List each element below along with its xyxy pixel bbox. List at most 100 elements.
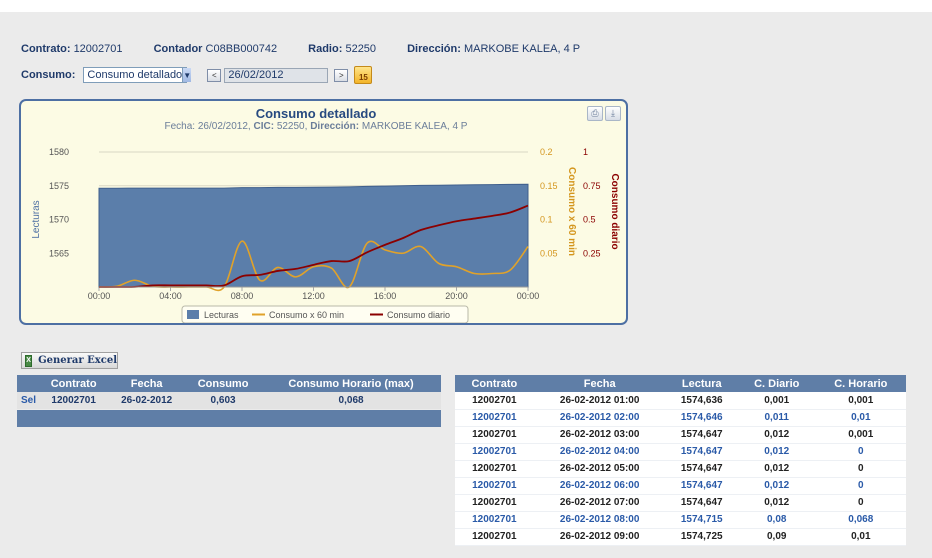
summary-row[interactable]: Sel 12002701 26-02-2012 0,603 0,068 bbox=[17, 392, 441, 409]
summary-table: Contrato Fecha Consumo Consumo Horario (… bbox=[17, 375, 441, 409]
chevron-down-icon[interactable]: ▼ bbox=[182, 68, 192, 82]
readings-row: 12002701 26-02-2012 05:00 1574,647 0,012 0 bbox=[455, 460, 906, 478]
readings-row: 12002701 26-02-2012 08:00 1574,715 0,08 0,06… bbox=[455, 511, 906, 529]
readings-row: 12002701 26-02-2012 09:00 1574,725 0,09 0,01 bbox=[455, 528, 906, 546]
readings-header-row: Contrato Fecha Lectura C. Diario C. Hora… bbox=[455, 375, 906, 392]
readings-cell: 0,012 bbox=[737, 426, 816, 444]
date-field[interactable]: 26/02/2012 bbox=[224, 67, 329, 83]
readings-row: 12002701 26-02-2012 02:00 1574,646 0,011 0,0… bbox=[455, 409, 906, 427]
contador-label: Contador bbox=[153, 43, 203, 55]
legend-swatch-lecturas bbox=[187, 310, 199, 319]
summary-cell: 0,068 bbox=[261, 392, 441, 409]
contrato-label: Contrato: bbox=[21, 43, 71, 55]
consumo-select[interactable]: Consumo detallado ▼ bbox=[83, 67, 192, 83]
summary-header: Fecha bbox=[108, 375, 185, 392]
readings-row: 12002701 26-02-2012 03:00 1574,647 0,012 0,0… bbox=[455, 426, 906, 444]
x-tick-label: 16:00 bbox=[374, 291, 397, 301]
readings-cell: 1574,715 bbox=[665, 511, 738, 529]
readings-header: Fecha bbox=[533, 375, 666, 392]
y-left-tick-label: 1565 bbox=[49, 248, 69, 258]
readings-header: Contrato bbox=[455, 375, 534, 392]
readings-cell: 26-02-2012 04:00 bbox=[533, 443, 666, 461]
contrato-info: Contrato: 12002701 bbox=[21, 43, 123, 55]
summary-cell: 0,603 bbox=[185, 392, 262, 409]
readings-cell: 12002701 bbox=[455, 494, 534, 512]
readings-cell: 26-02-2012 02:00 bbox=[533, 409, 666, 427]
y-left-tick-label: 1575 bbox=[49, 181, 69, 191]
legend-label: Lecturas bbox=[204, 310, 239, 320]
radio-info: Radio: 52250 bbox=[308, 43, 376, 55]
readings-cell: 12002701 bbox=[455, 443, 534, 461]
y-mid-tick-label: 0.15 bbox=[540, 181, 558, 191]
readings-cell: 1574,647 bbox=[665, 477, 738, 495]
summary-cell: 12002701 bbox=[39, 392, 109, 409]
contador-value: C08BB000742 bbox=[205, 43, 278, 55]
excel-icon: X bbox=[25, 354, 33, 367]
readings-cell: 1574,647 bbox=[665, 426, 738, 444]
summary-header-sel bbox=[17, 375, 39, 392]
readings-cell: 26-02-2012 08:00 bbox=[533, 511, 666, 529]
direccion-value: MARKOBE KALEA, 4 P bbox=[463, 43, 581, 55]
readings-cell: 0 bbox=[815, 494, 906, 512]
readings-cell: 0,012 bbox=[737, 477, 816, 495]
readings-cell: 12002701 bbox=[455, 392, 534, 410]
readings-cell: 0,012 bbox=[737, 443, 816, 461]
readings-row: 12002701 26-02-2012 07:00 1574,647 0,012 0 bbox=[455, 494, 906, 512]
readings-table: Contrato Fecha Lectura C. Diario C. Hora… bbox=[455, 375, 906, 546]
readings-cell: 12002701 bbox=[455, 426, 534, 444]
legend-label: Consumo diario bbox=[387, 310, 450, 320]
radio-value: 52250 bbox=[345, 43, 377, 55]
direccion-info: Dirección: MARKOBE KALEA, 4 P bbox=[407, 43, 580, 55]
y-mid-tick-label: 0.2 bbox=[540, 147, 553, 157]
readings-cell: 26-02-2012 05:00 bbox=[533, 460, 666, 478]
readings-cell: 1574,725 bbox=[665, 528, 738, 546]
summary-header: Contrato bbox=[39, 375, 109, 392]
readings-row: 12002701 26-02-2012 06:00 1574,647 0,012 0 bbox=[455, 477, 906, 495]
direccion-label: Dirección: bbox=[407, 43, 461, 55]
x-tick-label: 08:00 bbox=[231, 291, 254, 301]
legend-label: Consumo x 60 min bbox=[269, 310, 344, 320]
readings-header: C. Diario bbox=[737, 375, 816, 392]
radio-label: Radio: bbox=[308, 43, 343, 55]
readings-cell: 12002701 bbox=[455, 528, 534, 546]
consumo-label: Consumo: bbox=[21, 69, 76, 81]
readings-cell: 26-02-2012 01:00 bbox=[533, 392, 666, 410]
y-mid-tick-label: 0.1 bbox=[540, 215, 553, 225]
generar-excel-label: Generar Excel bbox=[38, 355, 117, 366]
main-panel: Contrato: 12002701 Contador C08BB000742 … bbox=[0, 12, 932, 558]
calendar-icon[interactable]: 15 bbox=[354, 66, 373, 84]
chart-panel: Consumo detallado Fecha: 26/02/2012, CIC… bbox=[19, 99, 628, 325]
x-tick-label: 00:00 bbox=[88, 291, 111, 301]
select-link[interactable]: Sel bbox=[17, 392, 39, 409]
y-left-tick-label: 1580 bbox=[49, 147, 69, 157]
y-right-tick-label: 0.75 bbox=[583, 181, 601, 191]
readings-header: Lectura bbox=[665, 375, 738, 392]
readings-cell: 1574,647 bbox=[665, 460, 738, 478]
summary-header: Consumo bbox=[185, 375, 262, 392]
contrato-value: 12002701 bbox=[73, 43, 123, 55]
y-right-tick-label: 0.5 bbox=[583, 215, 596, 225]
summary-header: Consumo Horario (max) bbox=[261, 375, 441, 392]
contract-info-bar: Contrato: 12002701 Contador C08BB000742 … bbox=[21, 43, 608, 55]
summary-header-row: Contrato Fecha Consumo Consumo Horario (… bbox=[17, 375, 441, 392]
next-date-button[interactable]: > bbox=[334, 68, 349, 82]
readings-cell: 12002701 bbox=[455, 477, 534, 495]
prev-date-button[interactable]: < bbox=[207, 68, 222, 82]
readings-header: C. Horario bbox=[815, 375, 906, 392]
generar-excel-button[interactable]: X Generar Excel bbox=[21, 352, 118, 369]
readings-cell: 0 bbox=[815, 460, 906, 478]
x-tick-label: 20:00 bbox=[445, 291, 468, 301]
readings-cell: 1574,646 bbox=[665, 409, 738, 427]
readings-cell: 0,068 bbox=[815, 511, 906, 529]
y-mid-tick-label: 0.05 bbox=[540, 248, 558, 258]
contador-info: Contador C08BB000742 bbox=[154, 43, 278, 55]
lecturas-area bbox=[98, 183, 529, 288]
y-right-tick-label: 1 bbox=[583, 147, 588, 157]
readings-cell: 0,01 bbox=[815, 409, 906, 427]
readings-cell: 0,09 bbox=[737, 528, 816, 546]
x-tick-label: 04:00 bbox=[159, 291, 182, 301]
y-right-axis-label: Consumo diario bbox=[609, 173, 620, 249]
readings-cell: 12002701 bbox=[455, 409, 534, 427]
y-mid-axis-label: Consumo x 60 min bbox=[566, 167, 577, 256]
consumo-controls: Consumo: Consumo detallado ▼ < 26/02/201… bbox=[21, 66, 373, 84]
